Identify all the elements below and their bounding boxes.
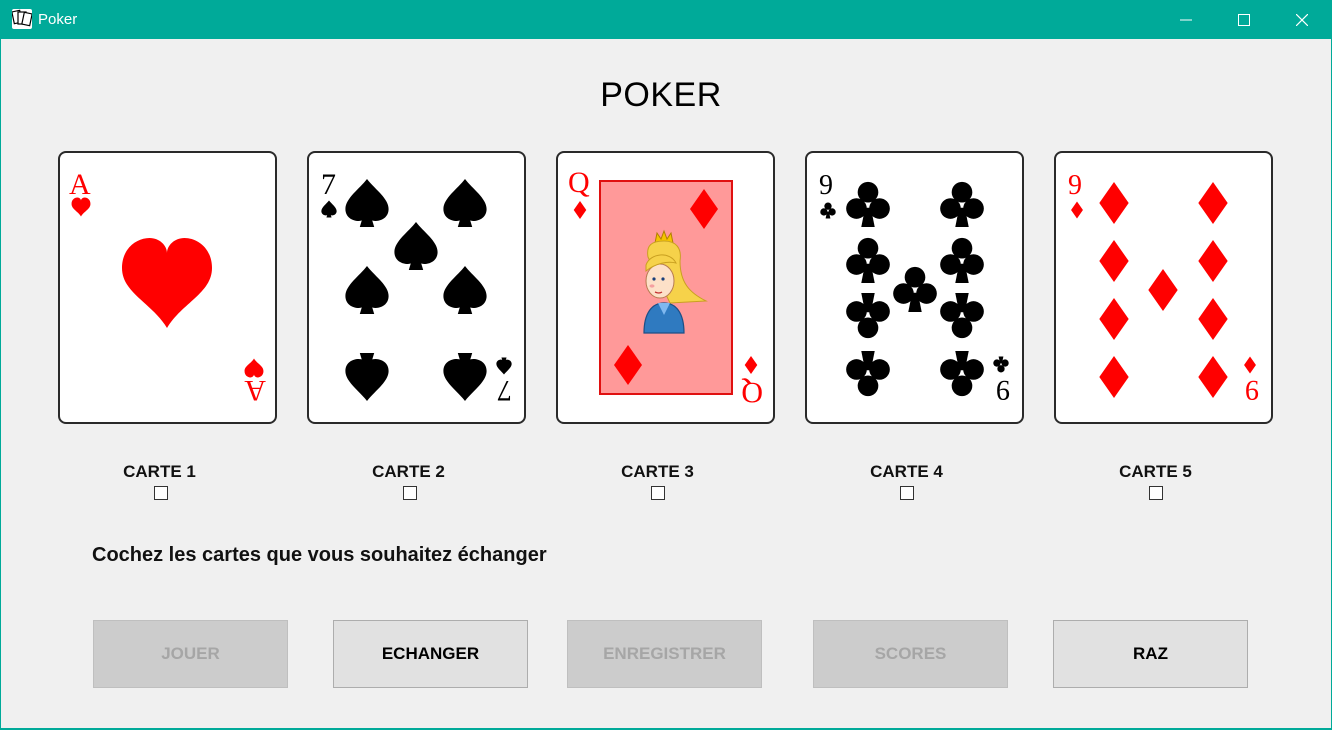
card-2-rank: 7 <box>321 168 336 201</box>
page-title: POKER <box>600 76 722 114</box>
close-icon <box>1296 13 1308 26</box>
title-bar: Poker <box>0 0 1332 39</box>
card-2-label: CARTE 2 <box>372 462 445 481</box>
nine-of-clubs-card: 9 9 <box>819 170 1010 405</box>
cards-app-icon <box>11 9 33 29</box>
card-4[interactable]: 9 9 <box>805 151 1024 424</box>
card-2[interactable]: 7 7 <box>307 151 526 424</box>
card-2-rank-inverted: 7 <box>497 374 512 407</box>
card-3-rank-inverted: Q <box>741 376 763 409</box>
card-3-rank: Q <box>568 166 590 199</box>
card-1-checkbox[interactable] <box>154 486 168 500</box>
card-1-rank: A <box>69 168 91 201</box>
maximize-icon <box>1238 13 1250 26</box>
card-4-rank: 9 <box>819 170 833 201</box>
jouer-button[interactable]: JOUER <box>93 620 288 688</box>
card-3-checkbox[interactable] <box>651 486 665 500</box>
minimize-icon <box>1180 19 1192 20</box>
card-5-rank-inverted: 9 <box>1245 374 1259 405</box>
queen-of-diamonds-card: Q Q <box>568 166 763 409</box>
card-2-checkbox[interactable] <box>403 486 417 500</box>
instruction-text: Cochez les cartes que vous souhaitez éch… <box>92 544 547 566</box>
minimize-button[interactable] <box>1157 0 1215 39</box>
ace-of-hearts-card: A A <box>69 168 266 407</box>
echanger-button[interactable]: ECHANGER <box>333 620 528 688</box>
card-5[interactable]: 9 9 <box>1054 151 1273 424</box>
card-1-label: CARTE 1 <box>123 462 196 481</box>
card-5-checkbox[interactable] <box>1149 486 1163 500</box>
card-1[interactable]: A A <box>58 151 277 424</box>
nine-of-diamonds-card: 9 9 <box>1068 170 1259 405</box>
card-3[interactable]: Q Q <box>556 151 775 424</box>
card-5-rank: 9 <box>1068 170 1082 201</box>
raz-button[interactable]: RAZ <box>1053 620 1248 688</box>
close-button[interactable] <box>1273 0 1331 39</box>
enregistrer-button[interactable]: ENREGISTRER <box>567 620 762 688</box>
card-3-label: CARTE 3 <box>621 462 694 481</box>
card-5-label: CARTE 5 <box>1119 462 1192 481</box>
window-title: Poker <box>38 11 78 28</box>
card-4-label: CARTE 4 <box>870 462 943 481</box>
card-4-checkbox[interactable] <box>900 486 914 500</box>
card-4-rank-inverted: 9 <box>996 374 1010 405</box>
maximize-button[interactable] <box>1215 0 1273 39</box>
scores-button[interactable]: SCORES <box>813 620 1008 688</box>
card-1-rank-inverted: A <box>244 374 266 407</box>
seven-of-spades-card: 7 7 <box>321 168 512 407</box>
